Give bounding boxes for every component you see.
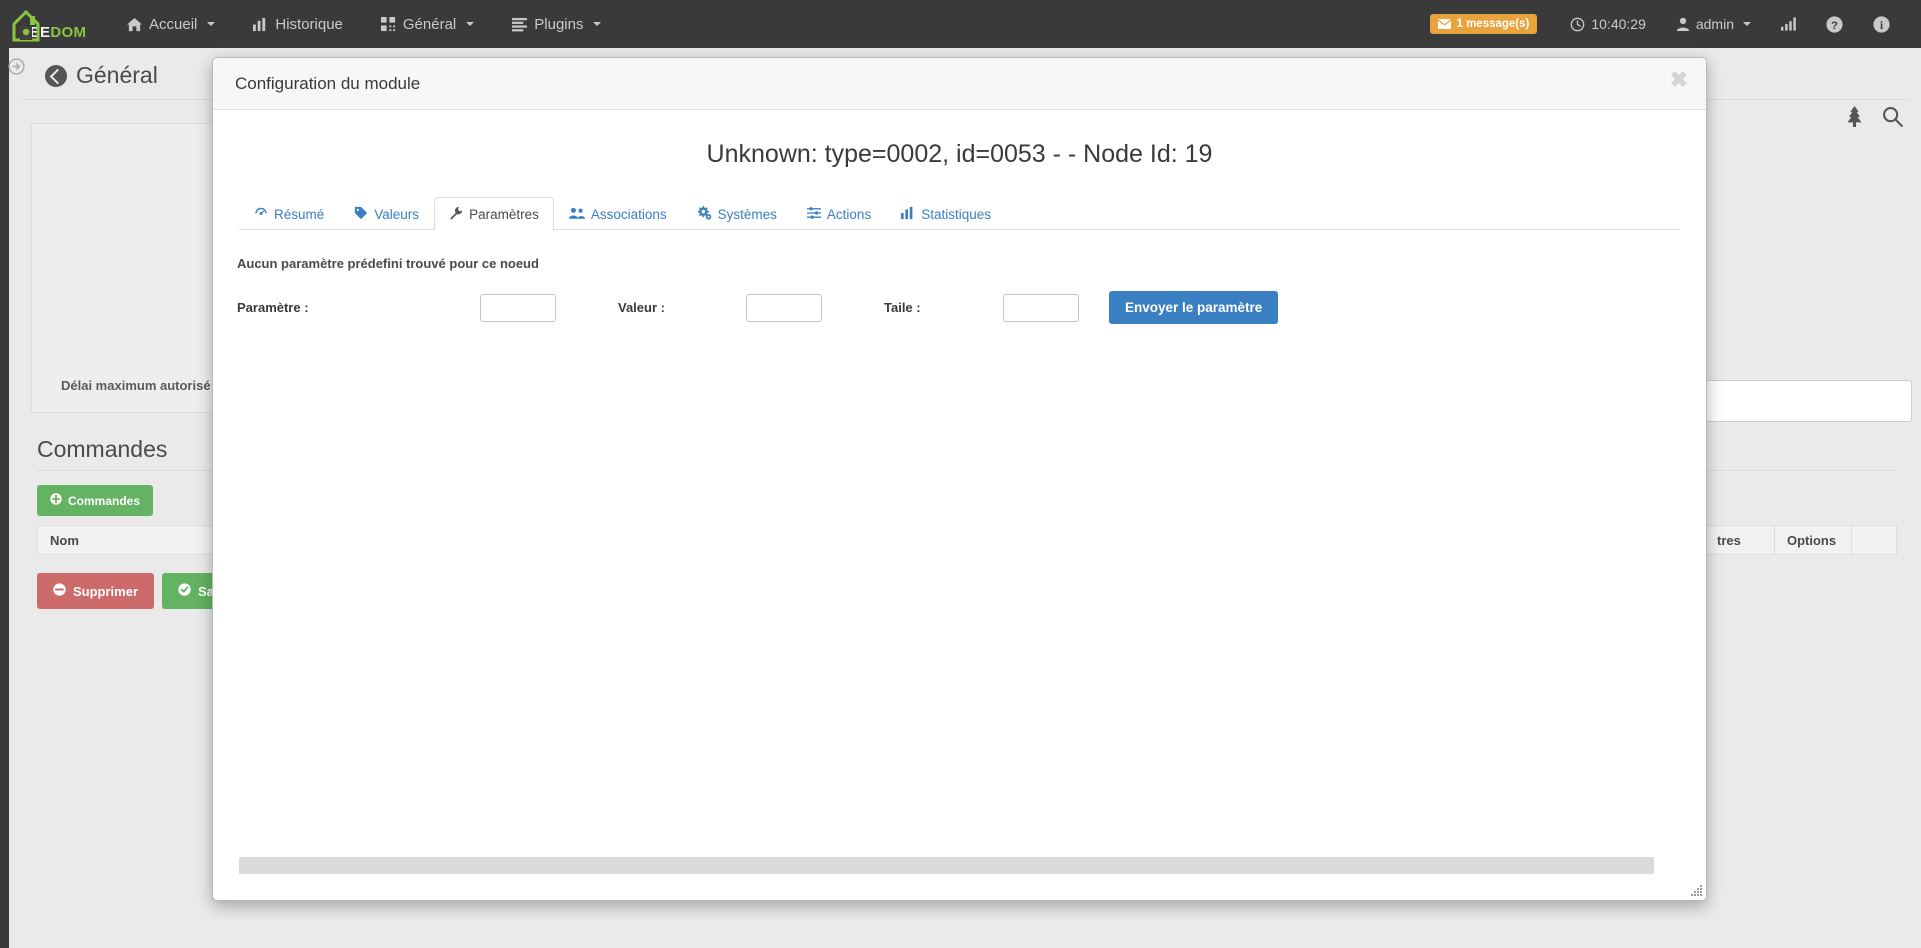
value-label: Valeur : (618, 300, 665, 315)
send-parameter-button[interactable]: Envoyer le paramètre (1109, 291, 1279, 324)
tab-valeurs-label: Valeurs (374, 206, 420, 222)
chevron-down-icon (1743, 22, 1751, 26)
plus-circle-icon (50, 493, 62, 508)
parameter-form-row: Paramètre : Valeur : Taile : Envoyer le … (237, 291, 1706, 324)
nav-item-accueil[interactable]: Accueil (108, 0, 234, 48)
grid-icon (380, 16, 396, 32)
close-icon[interactable]: ✖ (1670, 69, 1688, 91)
delete-button[interactable]: Supprimer (37, 573, 155, 609)
chevron-down-icon (466, 22, 475, 26)
home-icon (127, 17, 142, 32)
nav-right-group: 1 message(s) 10:40:29 admin ? i (1430, 0, 1921, 48)
tree-icon[interactable] (1845, 106, 1864, 132)
table-header-options: Options (1775, 525, 1852, 555)
nav-item-historique-label: Historique (275, 15, 343, 33)
left-rail (0, 48, 9, 948)
info-circle-icon: i (1873, 15, 1890, 33)
tab-systemes-label: Systèmes (717, 206, 777, 222)
envelope-icon (1438, 19, 1452, 29)
bar-chart-icon (901, 206, 915, 223)
delay-label: Délai maximum autorisé (61, 378, 211, 393)
add-command-label: Commandes (68, 493, 141, 508)
tab-valeurs[interactable]: Valeurs (339, 197, 434, 230)
module-title: Unknown: type=0002, id=0053 - - Node Id:… (706, 140, 1213, 168)
signal-status[interactable] (1766, 0, 1811, 48)
message-badge-label: 1 message(s) (1456, 18, 1530, 30)
nav-item-historique[interactable]: Historique (234, 0, 362, 48)
chevron-down-icon (207, 22, 216, 26)
add-command-button[interactable]: Commandes (37, 485, 154, 516)
tab-statistiques-label: Statistiques (921, 206, 991, 222)
jeedom-house-icon (8, 8, 44, 42)
page-header-icons (1845, 106, 1903, 132)
nav-item-general-label: Général (402, 15, 457, 33)
nav-items: Accueil Historique Général Plugins (108, 0, 620, 48)
commands-title: Commandes (37, 436, 168, 462)
svg-text:?: ? (1831, 19, 1838, 31)
brand-logo[interactable]: EEDOM (0, 0, 88, 48)
svg-text:i: i (1880, 19, 1883, 31)
tab-parametres[interactable]: Paramètres (434, 197, 554, 230)
sliders-icon (806, 206, 822, 223)
clock-label: 10:40:29 (1591, 16, 1646, 32)
tab-systemes[interactable]: Systèmes (682, 197, 792, 230)
arrow-circle-right-icon[interactable] (8, 58, 25, 75)
wrench-icon (449, 206, 463, 223)
clock-icon (1570, 17, 1585, 32)
signal-bars-icon (1781, 17, 1796, 31)
nav-item-plugins[interactable]: Plugins (493, 0, 620, 48)
modal-header: Configuration du module ✖ (213, 58, 1706, 110)
search-icon[interactable] (1882, 106, 1903, 132)
horizontal-scrollbar[interactable] (239, 857, 1654, 874)
gears-icon (697, 205, 712, 223)
size-label: Taile : (884, 300, 921, 315)
page-title: Général (76, 62, 158, 88)
tab-bar: Résumé Valeurs Paramètres Associations S… (239, 197, 1680, 230)
modal-body: Unknown: type=0002, id=0053 - - Node Id:… (213, 110, 1706, 900)
size-input[interactable] (1003, 293, 1079, 322)
list-icon (512, 17, 528, 32)
brand-text-green: DOM (50, 24, 87, 41)
message-badge[interactable]: 1 message(s) (1430, 14, 1538, 34)
question-circle-icon: ? (1826, 15, 1843, 33)
tab-actions-label: Actions (826, 206, 872, 222)
nav-item-general[interactable]: Général (362, 0, 493, 48)
value-input[interactable] (746, 293, 822, 322)
parameter-input[interactable] (480, 293, 556, 322)
user-icon (1676, 17, 1690, 31)
no-params-note: Aucun paramètre prédefini trouvé pour ce… (237, 256, 539, 271)
user-menu[interactable]: admin (1661, 0, 1766, 48)
help-button[interactable]: ? (1811, 0, 1858, 48)
parameter-label: Paramètre : (237, 300, 309, 315)
configuration-modal: Configuration du module ✖ Unknown: type=… (212, 57, 1707, 901)
tab-actions[interactable]: Actions (792, 197, 886, 230)
table-header-tres: tres (1705, 525, 1775, 555)
tag-icon (354, 206, 368, 223)
tab-associations[interactable]: Associations (554, 197, 682, 230)
clock-display: 10:40:29 (1555, 0, 1661, 48)
tab-resume-label: Résumé (274, 206, 325, 222)
check-circle-icon (178, 583, 191, 599)
user-label: admin (1695, 16, 1734, 32)
info-button[interactable]: i (1858, 0, 1905, 48)
users-icon (568, 206, 585, 223)
tab-parametres-label: Paramètres (469, 206, 539, 222)
bar-chart-icon (253, 17, 268, 32)
tab-resume[interactable]: Résumé (239, 197, 339, 230)
top-navbar: EEDOM Accueil Historique Général Plugins… (0, 0, 1921, 48)
nav-item-plugins-label: Plugins (534, 15, 584, 33)
back-arrow-circle-icon[interactable] (45, 64, 67, 87)
dashboard-icon (254, 206, 268, 223)
nav-item-accueil-label: Accueil (149, 15, 198, 33)
delete-button-label: Supprimer (73, 583, 139, 599)
tab-statistiques[interactable]: Statistiques (886, 197, 1006, 230)
table-header-blank (1852, 525, 1896, 555)
minus-circle-icon (53, 583, 66, 599)
tab-associations-label: Associations (590, 206, 667, 222)
chevron-down-icon (593, 22, 602, 26)
modal-title: Configuration du module (235, 73, 421, 93)
resize-grip-icon[interactable] (1690, 884, 1703, 897)
